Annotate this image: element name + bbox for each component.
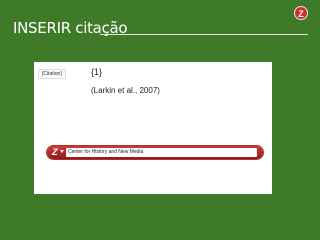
citation-reference: (Larkin et al., 2007) [91, 86, 160, 95]
zotero-z-icon[interactable]: Z [52, 146, 58, 159]
chevron-down-icon[interactable] [60, 150, 64, 153]
citation-field-tag[interactable]: [Citation] [38, 69, 66, 79]
citation-number: {1} [91, 67, 103, 77]
zotero-logo-icon: Z [294, 6, 308, 20]
document-panel: [Citation] {1} (Larkin et al., 2007) Z C… [34, 62, 272, 194]
citation-search-input[interactable]: Center for History and New Media [66, 148, 257, 157]
title-underline [100, 34, 308, 35]
zotero-quick-format-bar[interactable]: Z Center for History and New Media [47, 146, 263, 159]
